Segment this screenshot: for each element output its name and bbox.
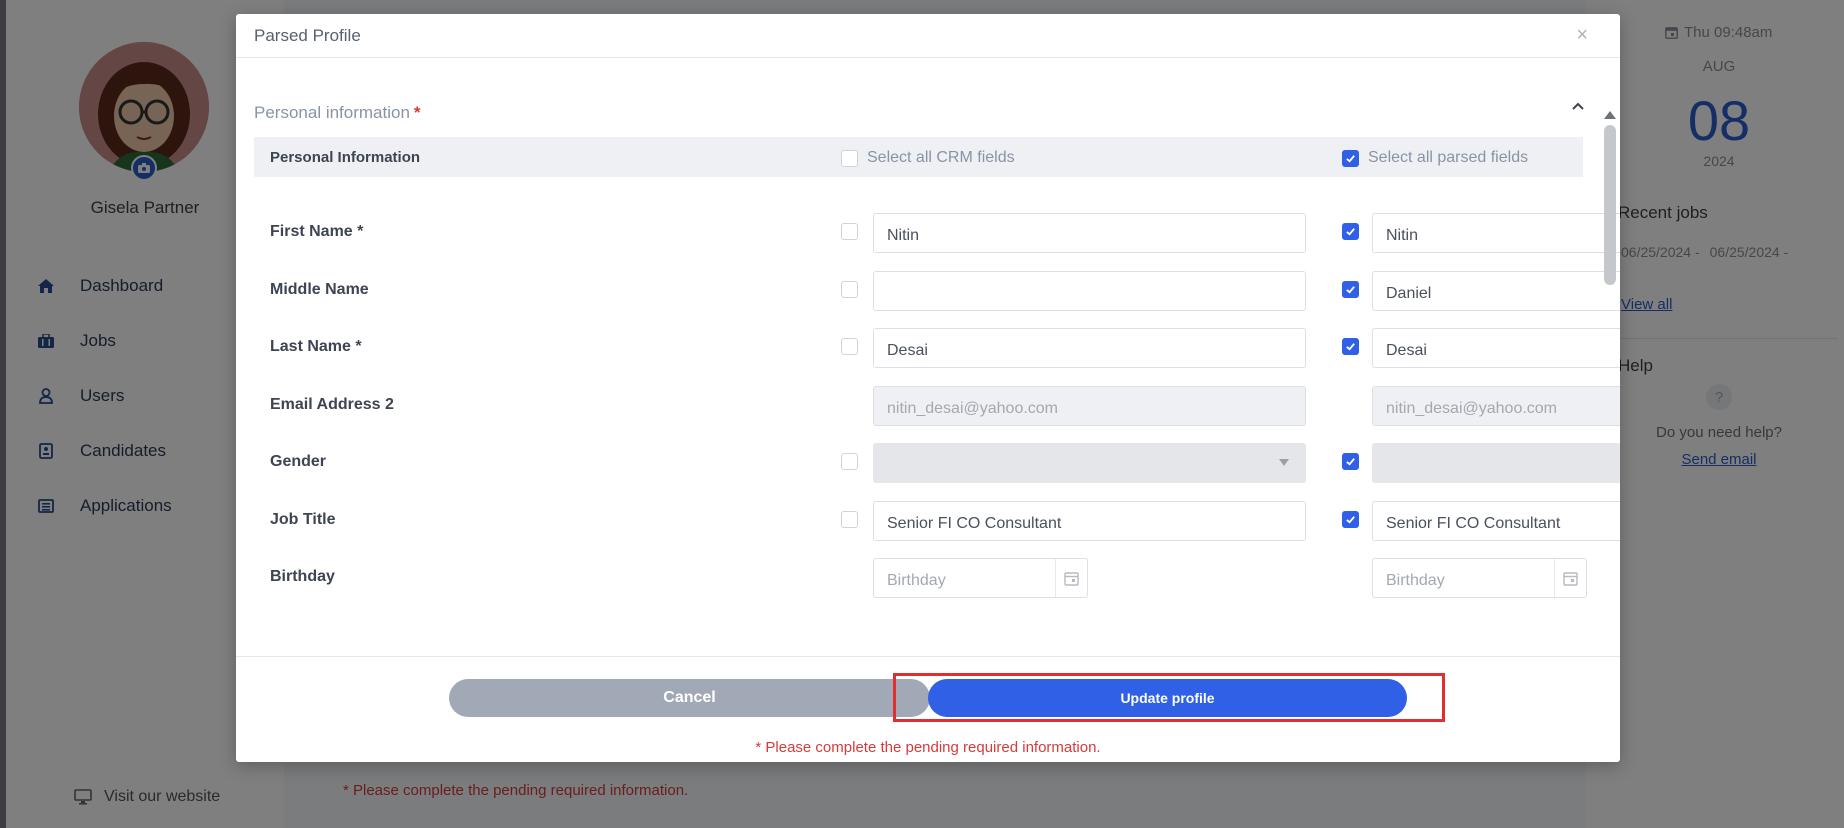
crm-birthday-placeholder: Birthday <box>887 572 946 589</box>
field-label: Middle Name <box>270 281 369 298</box>
crm-checkbox[interactable] <box>841 511 858 528</box>
fields-header: Personal Information Select all CRM fiel… <box>254 137 1583 177</box>
field-row-first-name: First Name * Nitin Nitin <box>254 213 1620 253</box>
modal-footer: Cancel Update profile * Please complete … <box>236 656 1620 762</box>
field-row-birthday: Birthday Birthday Birthday <box>254 558 1587 598</box>
required-mark: * <box>413 103 421 122</box>
field-row-middle-name: Middle Name Daniel <box>254 271 1620 311</box>
parsed-last-name-field[interactable]: Desai <box>1372 328 1620 368</box>
parsed-checkbox[interactable] <box>1342 511 1359 528</box>
field-row-email-2: Email Address 2 nitin_desai@yahoo.com ni… <box>254 386 1620 426</box>
modal-body: Personal information * Personal Informati… <box>236 59 1620 655</box>
parsed-profile-modal: Parsed Profile × Personal information * P… <box>236 14 1620 762</box>
parsed-job-title-field[interactable]: Senior FI CO Consultant <box>1372 501 1620 541</box>
field-row-job-title: Job Title Senior FI CO Consultant Senior… <box>254 501 1620 541</box>
caret-down-icon <box>1279 459 1289 466</box>
required-warning: * Please complete the pending required i… <box>755 739 1101 756</box>
cancel-button[interactable]: Cancel <box>449 679 930 717</box>
calendar-icon[interactable] <box>1055 559 1087 597</box>
fields-header-label: Personal Information <box>270 149 421 166</box>
crm-gender-select[interactable] <box>873 443 1306 483</box>
parsed-checkbox[interactable] <box>1342 338 1359 355</box>
field-label: First Name * <box>270 223 364 240</box>
modal-header: Parsed Profile × <box>236 14 1620 58</box>
chevron-up-icon[interactable] <box>1567 95 1589 117</box>
field-label: Last Name * <box>270 338 362 355</box>
parsed-checkbox[interactable] <box>1342 223 1359 240</box>
field-label: Birthday <box>270 568 335 585</box>
select-all-crm-checkbox[interactable] <box>841 149 858 167</box>
parsed-birthday-placeholder: Birthday <box>1386 572 1445 589</box>
field-row-last-name: Last Name * Desai Desai <box>254 328 1620 368</box>
select-all-crm[interactable]: Select all CRM fields <box>841 149 1015 167</box>
select-all-parsed-checkbox[interactable] <box>1342 149 1359 167</box>
crm-checkbox[interactable] <box>841 223 858 240</box>
update-profile-button[interactable]: Update profile <box>928 679 1407 717</box>
select-all-parsed-label: Select all parsed fields <box>1368 149 1529 166</box>
section-title-text: Personal information <box>254 103 410 122</box>
crm-checkbox[interactable] <box>841 453 858 470</box>
select-all-parsed[interactable]: Select all parsed fields <box>1342 149 1528 167</box>
parsed-gender-select[interactable] <box>1372 443 1620 483</box>
scroll-up-arrow[interactable] <box>1604 111 1616 119</box>
field-label: Gender <box>270 453 327 470</box>
crm-birthday-field[interactable]: Birthday <box>873 558 1088 598</box>
parsed-checkbox[interactable] <box>1342 281 1359 298</box>
parsed-first-name-field[interactable]: Nitin <box>1372 213 1620 253</box>
parsed-middle-name-field[interactable]: Daniel <box>1372 271 1620 311</box>
section-title[interactable]: Personal information * <box>254 103 421 123</box>
calendar-icon[interactable] <box>1554 559 1586 597</box>
field-row-gender: Gender <box>254 443 1620 483</box>
parsed-checkbox[interactable] <box>1342 453 1359 470</box>
crm-last-name-field[interactable]: Desai <box>873 328 1306 368</box>
crm-checkbox[interactable] <box>841 281 858 298</box>
crm-email-field: nitin_desai@yahoo.com <box>873 386 1306 426</box>
crm-job-title-field[interactable]: Senior FI CO Consultant <box>873 501 1306 541</box>
field-label: Job Title <box>270 511 336 528</box>
scrollbar-thumb[interactable] <box>1604 125 1616 285</box>
crm-checkbox[interactable] <box>841 338 858 355</box>
crm-middle-name-field[interactable] <box>873 271 1306 311</box>
parsed-birthday-field[interactable]: Birthday <box>1372 558 1587 598</box>
field-label: Email Address 2 <box>270 396 394 413</box>
select-all-crm-label: Select all CRM fields <box>867 149 1015 166</box>
parsed-email-field: nitin_desai@yahoo.com <box>1372 386 1620 426</box>
crm-first-name-field[interactable]: Nitin <box>873 213 1306 253</box>
close-icon[interactable]: × <box>1576 24 1588 47</box>
modal-title: Parsed Profile <box>254 25 361 45</box>
